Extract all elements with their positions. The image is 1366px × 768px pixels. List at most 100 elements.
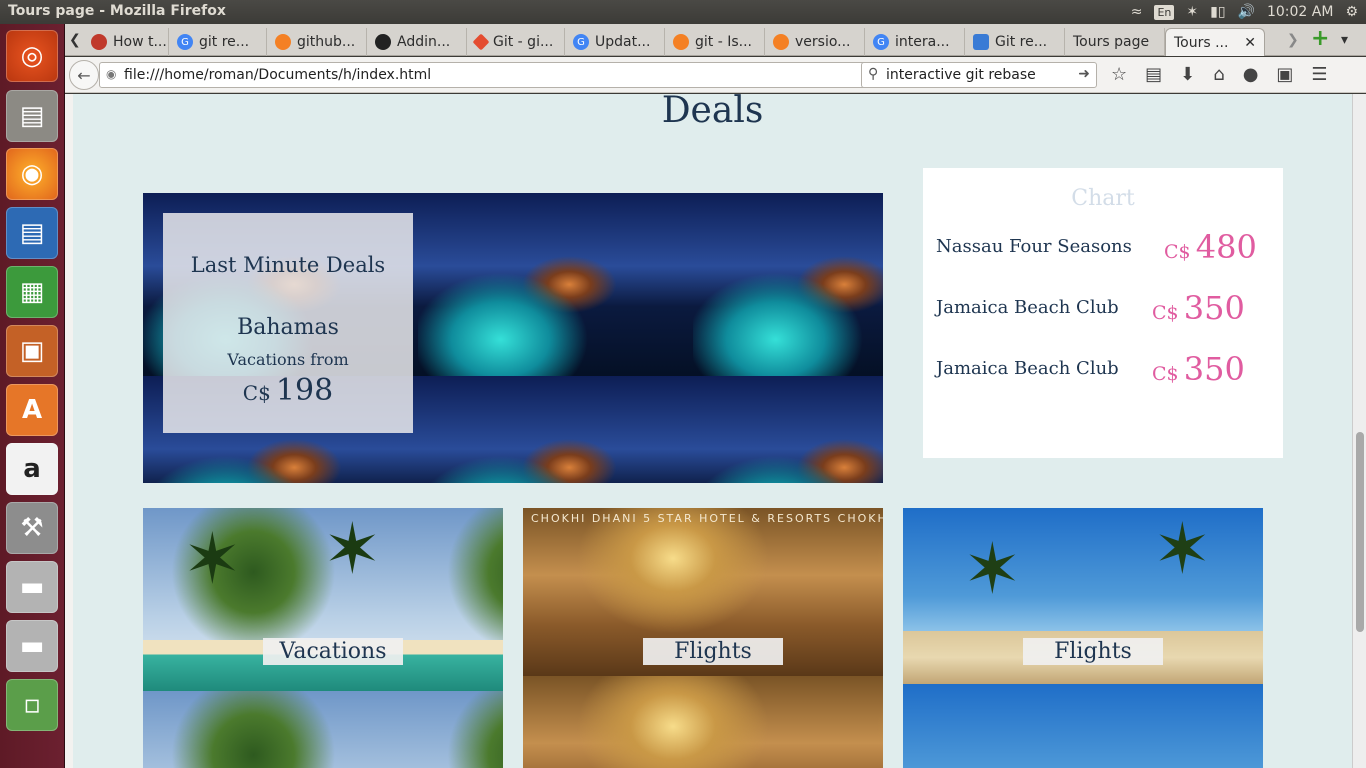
nav-bar: ← ◉ file:///home/roman/Documents/h/index… [65, 57, 1366, 93]
google-icon: G [573, 34, 589, 50]
chart-row-price-value: 350 [1183, 350, 1245, 388]
drive-icon[interactable]: ▬ [6, 561, 58, 613]
hotel-banner-text: CHOKHI DHANI 5 STAR HOTEL & RESORTS CHOK… [531, 512, 883, 525]
tab[interactable]: Addin... [367, 28, 467, 56]
tab[interactable]: How t... [83, 28, 169, 56]
palm-tree-image: ✶ [323, 508, 382, 590]
tab-list-icon[interactable]: ▾ [1341, 32, 1348, 48]
tab-label: versio... [795, 34, 851, 50]
hero-subtitle: Vacations from [227, 350, 349, 369]
wifi-icon[interactable]: ≈ [1131, 4, 1143, 20]
workspace-icon[interactable]: ▫ [6, 679, 58, 731]
tab-label: git re... [199, 34, 250, 50]
hero-currency: C$ [242, 381, 271, 405]
tab[interactable]: G intera... [865, 28, 965, 56]
tab-label: git - Is... [695, 34, 752, 50]
tab[interactable]: versio... [765, 28, 865, 56]
tab-label: Git - gi... [493, 34, 554, 50]
writer-icon[interactable]: ▤ [6, 207, 58, 259]
scrollbar-thumb[interactable] [1356, 432, 1364, 632]
keyboard-layout[interactable]: En [1154, 4, 1175, 20]
gear-icon[interactable]: ⚙ [1345, 4, 1358, 20]
clock[interactable]: 10:02 AM [1267, 4, 1333, 20]
tab-label: How t... [113, 34, 167, 50]
new-tab-icon[interactable]: + [1311, 26, 1329, 51]
page-viewport[interactable]: Deals Last Minute Deals Bahamas Vacation… [73, 94, 1352, 768]
tab-scroll-left-icon[interactable]: ❮ [69, 32, 81, 48]
chart-row-currency: C$ [1152, 302, 1179, 324]
download-icon[interactable]: ⬇ [1180, 64, 1195, 85]
tab-active[interactable]: Tours ... ✕ [1165, 28, 1265, 56]
chart-row-price-value: 480 [1195, 228, 1257, 266]
software-center-icon[interactable]: A [6, 384, 58, 436]
tab-favicon-icon [91, 34, 107, 50]
tab-bar: ❮ How t... G git re... github... Addin..… [65, 24, 1366, 56]
palm-tree-image: ✶ [963, 528, 1022, 610]
tab[interactable]: github... [267, 28, 367, 56]
chat-icon[interactable]: ● [1243, 64, 1259, 85]
tab-label: Tours page [1073, 34, 1150, 50]
chart-row-currency: C$ [1152, 363, 1179, 385]
search-bar[interactable]: ⚲ interactive git rebase ➜ [861, 62, 1097, 88]
drive-icon[interactable]: ▬ [6, 620, 58, 672]
settings-icon[interactable]: ⚒ [6, 502, 58, 554]
hero-deal-card[interactable]: Last Minute Deals Bahamas Vacations from… [163, 213, 413, 433]
search-icon: ⚲ [868, 66, 879, 82]
bluetooth-icon[interactable]: ✶ [1186, 4, 1198, 20]
menu-icon[interactable]: ☰ [1311, 64, 1327, 85]
tab[interactable]: G git re... [169, 28, 267, 56]
page-scrollbar[interactable] [1352, 94, 1366, 768]
ubuntu-dash-icon[interactable]: ◎ [6, 30, 58, 82]
chart-row-price: C$ 350 [1152, 289, 1245, 327]
tab[interactable]: G Updat... [565, 28, 665, 56]
vacations-tile[interactable]: ✶ ✶ Vacations [143, 508, 503, 768]
tab-label: github... [297, 34, 356, 50]
page-heading: Deals [661, 94, 764, 131]
volume-icon[interactable]: 🔊 [1238, 4, 1255, 20]
launcher: ◎ ▤ ◉ ▤ ▦ ▣ A a ⚒ ▬ ▬ ▫ [0, 24, 65, 768]
hero-destination: Bahamas [237, 315, 339, 340]
reading-list-icon[interactable]: ▤ [1145, 64, 1162, 85]
files-icon[interactable]: ▤ [6, 90, 58, 142]
tab-label: Updat... [595, 34, 651, 50]
search-text: interactive git rebase [886, 67, 1036, 83]
google-icon: G [177, 34, 193, 50]
calc-icon[interactable]: ▦ [6, 266, 58, 318]
chart-row-price: C$ 480 [1164, 228, 1257, 266]
impress-icon[interactable]: ▣ [6, 325, 58, 377]
tab-label: intera... [895, 34, 950, 50]
stackoverflow-icon [773, 34, 789, 50]
home-icon[interactable]: ⌂ [1213, 64, 1224, 85]
git-icon [472, 33, 490, 51]
hero-banner[interactable]: Last Minute Deals Bahamas Vacations from… [143, 193, 883, 483]
hero-price-value: 198 [275, 373, 334, 408]
window-title: Tours page - Mozilla Firefox [8, 3, 226, 19]
screenshot-icon[interactable]: ▣ [1276, 64, 1293, 85]
back-arrow-icon: ← [77, 65, 91, 85]
database-icon [973, 34, 989, 50]
battery-icon[interactable]: ▮▯ [1210, 4, 1225, 20]
flights-tile[interactable]: CHOKHI DHANI 5 STAR HOTEL & RESORTS CHOK… [523, 508, 883, 768]
flights-tile-label: Flights [1023, 638, 1163, 665]
hero-title: Last Minute Deals [190, 253, 386, 277]
chart-row-currency: C$ [1164, 241, 1191, 263]
flights-tile-label: Flights [643, 638, 783, 665]
tab[interactable]: Tours page [1065, 28, 1165, 56]
search-go-icon[interactable]: ➜ [1078, 66, 1090, 82]
close-tab-icon[interactable]: ✕ [1244, 35, 1256, 51]
chart-row-price-value: 350 [1183, 289, 1245, 327]
back-button[interactable]: ← [69, 60, 99, 90]
amazon-icon[interactable]: a [6, 443, 58, 495]
tab[interactable]: git - Is... [665, 28, 765, 56]
url-bar[interactable]: ◉ file:///home/roman/Documents/h/index.h… [99, 62, 925, 88]
tab[interactable]: Git re... [965, 28, 1065, 56]
flights-tile[interactable]: ✶ ✶ Flights [903, 508, 1263, 768]
system-tray: ≈ En ✶ ▮▯ 🔊 10:02 AM ⚙ [1131, 0, 1358, 24]
tab-scroll-right-icon[interactable]: ❯ [1287, 32, 1299, 48]
firefox-icon[interactable]: ◉ [6, 148, 58, 200]
tab[interactable]: Git - gi... [467, 28, 565, 56]
bookmark-star-icon[interactable]: ☆ [1111, 64, 1127, 85]
tab-label: Addin... [397, 34, 451, 50]
tab-label: Tours ... [1174, 34, 1229, 51]
price-chart: Chart Nassau Four Seasons C$ 480 Jamaica… [923, 168, 1283, 458]
